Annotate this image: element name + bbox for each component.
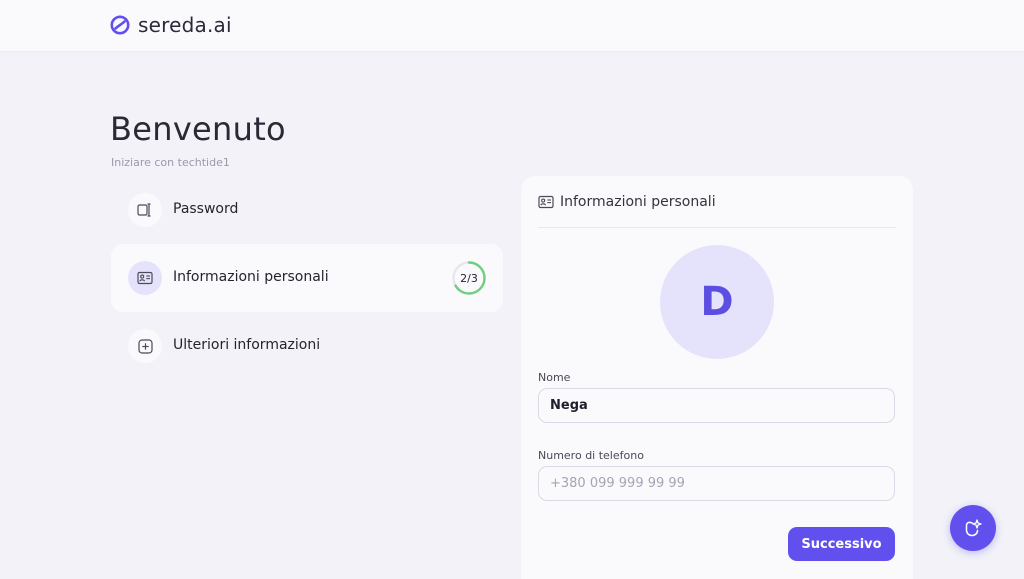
step-more-info[interactable]: Ulteriori informazioni bbox=[111, 312, 503, 380]
phone-input[interactable] bbox=[538, 466, 895, 501]
step-personal-info-label: Informazioni personali bbox=[173, 269, 329, 285]
assistant-sparkle-icon bbox=[965, 519, 982, 537]
personal-info-card: Informazioni personali D Nome Numero di … bbox=[521, 176, 913, 579]
step-personal-info-icon-wrap bbox=[128, 261, 162, 295]
step-password-label: Password bbox=[173, 201, 239, 217]
step-more-info-label: Ulteriori informazioni bbox=[173, 337, 321, 353]
name-field-label: Nome bbox=[538, 371, 571, 384]
assistant-button[interactable] bbox=[950, 505, 996, 551]
page-title: Benvenuto bbox=[110, 110, 286, 148]
brand-name: sereda.ai bbox=[138, 13, 232, 37]
step-progress-ring: 2/3 bbox=[451, 260, 487, 296]
id-card-icon bbox=[137, 271, 153, 285]
top-bar: sereda.ai bbox=[0, 0, 1024, 52]
card-header: Informazioni personali bbox=[538, 192, 896, 228]
plus-square-icon bbox=[137, 338, 153, 354]
next-button[interactable]: Successivo bbox=[788, 527, 895, 561]
name-input[interactable] bbox=[538, 388, 895, 423]
card-title: Informazioni personali bbox=[560, 193, 716, 210]
id-card-icon bbox=[538, 195, 554, 208]
step-progress-text: 2/3 bbox=[460, 271, 478, 285]
page-subtitle: Iniziare con techtide1 bbox=[111, 156, 230, 169]
step-more-info-icon-wrap bbox=[128, 329, 162, 363]
brand-logo[interactable]: sereda.ai bbox=[110, 11, 232, 39]
phone-field-label: Numero di telefono bbox=[538, 449, 644, 462]
step-password[interactable]: Password bbox=[111, 176, 503, 244]
avatar[interactable]: D bbox=[660, 245, 774, 359]
step-password-icon-wrap bbox=[128, 193, 162, 227]
password-field-icon bbox=[137, 203, 151, 217]
sereda-logo-icon bbox=[110, 15, 130, 35]
step-personal-info[interactable]: Informazioni personali 2/3 bbox=[111, 244, 503, 312]
